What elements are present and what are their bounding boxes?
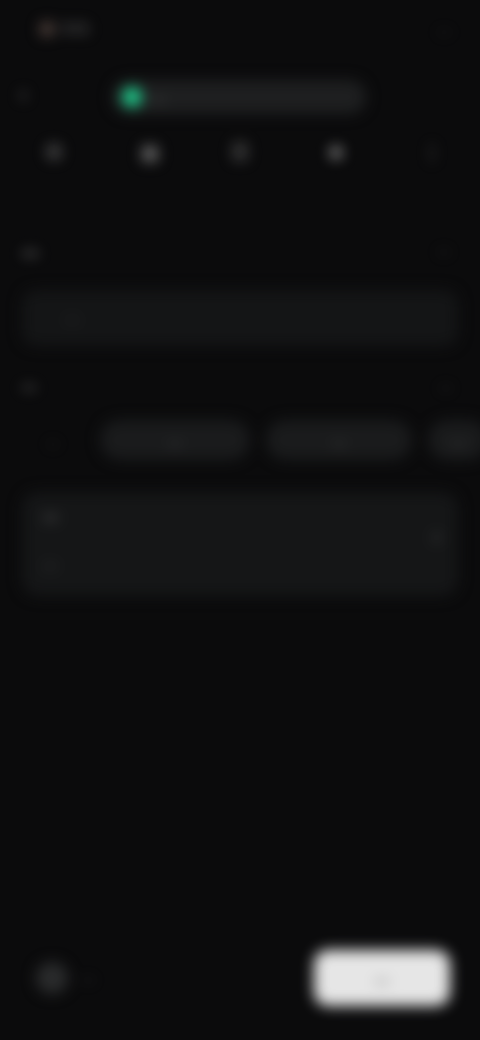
blurred-screen: 9:41 ... ‹ ... ⚙ ▣ ☰ ★ ⋮ ... ... ... ...…: [0, 0, 480, 1040]
section-title: ...: [22, 238, 39, 260]
wallet-gem-icon: [122, 87, 142, 107]
bookmark-icon[interactable]: ▣: [138, 140, 162, 164]
card-subtitle: ...: [44, 554, 57, 571]
back-arrow-icon[interactable]: ‹: [20, 84, 27, 107]
result-card[interactable]: ... ... ›: [22, 492, 458, 596]
status-dot-icon: [40, 22, 54, 36]
network-value[interactable]: ...: [439, 376, 452, 393]
chip[interactable]: ...: [100, 420, 250, 460]
wallet-address: ...: [152, 88, 165, 105]
selector-icon[interactable]: [36, 962, 68, 994]
list-icon[interactable]: ☰: [228, 140, 252, 164]
wallet-address-pill[interactable]: ...: [112, 80, 366, 114]
chip-row: ... ... ... ...: [0, 420, 480, 464]
chip[interactable]: ...: [18, 420, 88, 460]
chip[interactable]: ...: [428, 420, 480, 460]
primary-action-button[interactable]: ...: [314, 950, 450, 1006]
url-placeholder: ...: [66, 308, 79, 325]
action-icon-row: ⚙ ▣ ☰ ★ ⋮: [0, 132, 480, 192]
status-indicators: ...: [437, 20, 452, 36]
network-label: ...: [22, 374, 37, 393]
chip[interactable]: ...: [266, 420, 412, 460]
url-input[interactable]: ...: [22, 290, 458, 346]
star-icon[interactable]: ★: [324, 140, 348, 164]
card-title: ...: [44, 506, 58, 523]
more-icon[interactable]: ⋮: [420, 140, 444, 164]
section-link[interactable]: ...: [437, 240, 450, 257]
chevron-right-icon: ›: [433, 526, 440, 548]
top-bar: ‹ ...: [0, 70, 480, 124]
status-bar: 9:41 ...: [0, 0, 480, 60]
bottom-bar: ... ...: [0, 930, 480, 1040]
selector-label[interactable]: ...: [82, 968, 95, 985]
status-time: 9:41: [62, 20, 90, 36]
tool-icon[interactable]: ⚙: [42, 140, 66, 164]
